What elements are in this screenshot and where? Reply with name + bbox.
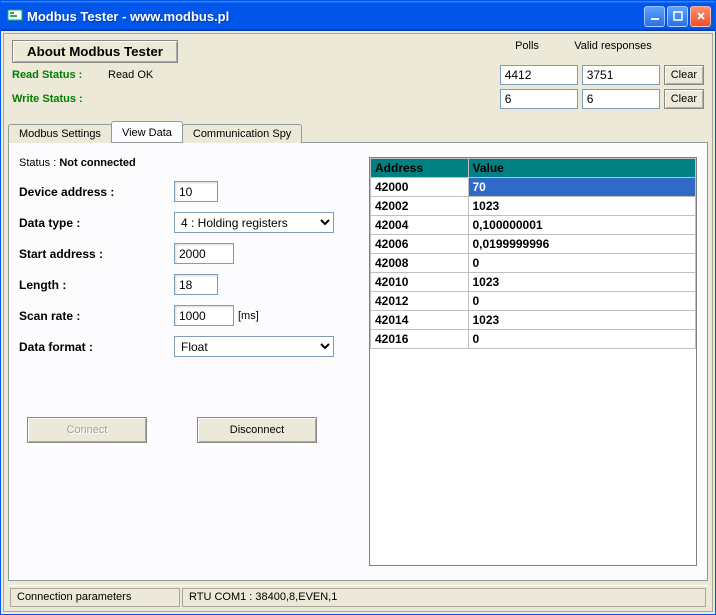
grid-header-address[interactable]: Address [371, 159, 469, 178]
scan-rate-input[interactable] [174, 305, 234, 326]
counter-headers: Polls Valid responses [482, 40, 704, 52]
read-status-value: Read OK [108, 69, 490, 81]
client-area: About Modbus Tester Polls Valid response… [3, 33, 713, 612]
table-row[interactable]: 420101023 [371, 273, 696, 292]
write-status-label: Write Status [12, 93, 102, 105]
read-clear-button[interactable]: Clear [664, 65, 704, 85]
table-row[interactable]: 420021023 [371, 197, 696, 216]
settings-column: Status : Not connected Device address Da… [19, 157, 359, 566]
tab-modbus-settings[interactable]: Modbus Settings [8, 124, 112, 143]
tab-strip: Modbus Settings View Data Communication … [8, 121, 708, 142]
table-row[interactable]: 4200070 [371, 178, 696, 197]
data-grid[interactable]: Address Value 4200070420021023420040,100… [369, 157, 697, 566]
table-row[interactable]: 420040,100000001 [371, 216, 696, 235]
cell-address[interactable]: 42016 [371, 330, 469, 349]
device-address-label: Device address [19, 185, 174, 199]
cell-address[interactable]: 42002 [371, 197, 469, 216]
tab-communication-spy[interactable]: Communication Spy [182, 124, 302, 143]
cell-address[interactable]: 42012 [371, 292, 469, 311]
cell-value[interactable]: 1023 [468, 197, 696, 216]
titlebar: Modbus Tester - www.modbus.pl [1, 1, 715, 31]
top-section: About Modbus Tester Polls Valid response… [4, 34, 712, 115]
read-polls-field[interactable] [500, 65, 578, 85]
table-row[interactable]: 420080 [371, 254, 696, 273]
window-title: Modbus Tester - www.modbus.pl [27, 9, 642, 24]
app-icon [7, 7, 23, 26]
read-status-label: Read Status [12, 69, 102, 81]
cell-value[interactable]: 70 [468, 178, 696, 197]
data-format-select[interactable]: Float [174, 336, 334, 357]
valid-responses-header: Valid responses [572, 40, 654, 52]
disconnect-button[interactable]: Disconnect [197, 417, 317, 443]
data-format-label: Data format [19, 340, 174, 354]
cell-value[interactable]: 1023 [468, 273, 696, 292]
tab-view-data[interactable]: View Data [111, 121, 183, 142]
cell-address[interactable]: 42000 [371, 178, 469, 197]
start-address-input[interactable] [174, 243, 234, 264]
connection-status-label: Status : [19, 157, 56, 169]
start-address-label: Start address [19, 247, 174, 261]
tab-panel: Status : Not connected Device address Da… [8, 142, 708, 581]
minimize-button[interactable] [644, 6, 665, 27]
status-bar: Connection parameters RTU COM1 : 38400,8… [8, 585, 708, 609]
cell-value[interactable]: 0 [468, 330, 696, 349]
cell-address[interactable]: 42014 [371, 311, 469, 330]
write-valid-field[interactable] [582, 89, 660, 109]
connection-status-value: Not connected [59, 157, 135, 169]
scan-rate-label: Scan rate [19, 309, 174, 323]
polls-header: Polls [486, 40, 568, 52]
scan-rate-unit: [ms] [238, 310, 259, 322]
cell-address[interactable]: 42010 [371, 273, 469, 292]
cell-address[interactable]: 42004 [371, 216, 469, 235]
write-polls-field[interactable] [500, 89, 578, 109]
write-clear-button[interactable]: Clear [664, 89, 704, 109]
table-row[interactable]: 420160 [371, 330, 696, 349]
table-row[interactable]: 420060,0199999996 [371, 235, 696, 254]
data-type-select[interactable]: 4 : Holding registers [174, 212, 334, 233]
cell-value[interactable]: 0 [468, 292, 696, 311]
table-row[interactable]: 420141023 [371, 311, 696, 330]
cell-address[interactable]: 42008 [371, 254, 469, 273]
cell-value[interactable]: 0,100000001 [468, 216, 696, 235]
cell-address[interactable]: 42006 [371, 235, 469, 254]
cell-value[interactable]: 0 [468, 254, 696, 273]
data-type-label: Data type [19, 216, 174, 230]
app-window: Modbus Tester - www.modbus.pl About Modb… [0, 0, 716, 615]
table-row[interactable]: 420120 [371, 292, 696, 311]
length-label: Length [19, 278, 174, 292]
read-valid-field[interactable] [582, 65, 660, 85]
grid-header-value[interactable]: Value [468, 159, 696, 178]
about-button[interactable]: About Modbus Tester [12, 40, 178, 63]
statusbar-value: RTU COM1 : 38400,8,EVEN,1 [182, 588, 706, 607]
length-input[interactable] [174, 274, 218, 295]
maximize-button[interactable] [667, 6, 688, 27]
cell-value[interactable]: 0,0199999996 [468, 235, 696, 254]
connection-status: Status : Not connected [19, 157, 359, 169]
statusbar-label: Connection parameters [10, 588, 180, 607]
cell-value[interactable]: 1023 [468, 311, 696, 330]
connect-button[interactable]: Connect [27, 417, 147, 443]
close-button[interactable] [690, 6, 711, 27]
device-address-input[interactable] [174, 181, 218, 202]
